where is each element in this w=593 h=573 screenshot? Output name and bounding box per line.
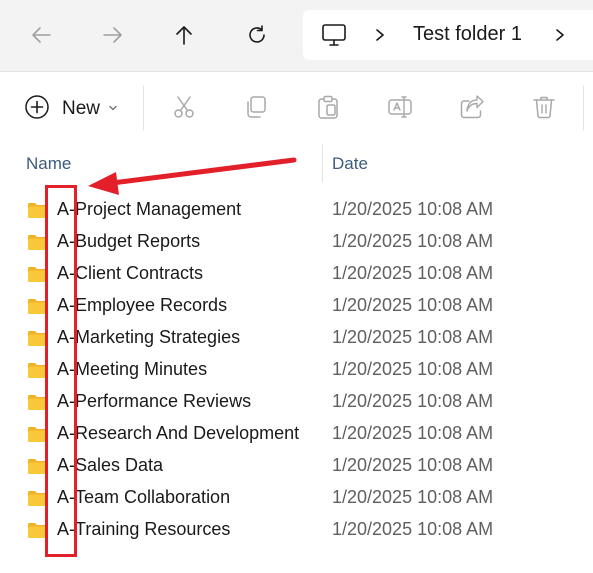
cut-button[interactable]	[169, 92, 199, 122]
arrow-up-icon	[176, 26, 192, 45]
file-date: 1/20/2025 10:08 AM	[332, 295, 494, 315]
file-name: A-Project Management	[57, 199, 242, 219]
chevron-right-icon[interactable]	[553, 28, 567, 47]
rename-icon	[388, 96, 412, 118]
file-date: 1/20/2025 10:08 AM	[332, 327, 494, 347]
file-date: 1/20/2025 10:08 AM	[332, 487, 494, 507]
file-name: A-Training Resources	[57, 519, 231, 539]
list-item[interactable]: A-Sales Data 1/20/2025 10:08 AM	[0, 450, 593, 482]
file-name: A-Marketing Strategies	[57, 327, 241, 347]
paste-icon	[318, 95, 338, 119]
refresh-button[interactable]	[240, 18, 274, 52]
file-date: 1/20/2025 10:08 AM	[332, 423, 494, 443]
forward-button[interactable]	[96, 18, 130, 52]
list-item[interactable]: A-Meeting Minutes 1/20/2025 10:08 AM	[0, 354, 593, 386]
arrow-left-icon	[32, 27, 51, 43]
arrow-right-icon	[103, 27, 122, 43]
up-button[interactable]	[167, 18, 201, 52]
file-name: A-Team Collaboration	[57, 487, 231, 507]
file-name: A-Performance Reviews	[57, 391, 252, 411]
column-header: Name Date	[0, 144, 593, 182]
navigation-bar: Test folder 1	[0, 0, 593, 71]
annotation-highlight-box	[45, 185, 77, 557]
chevron-right-icon[interactable]	[373, 28, 387, 47]
list-item[interactable]: A-Performance Reviews 1/20/2025 10:08 AM	[0, 386, 593, 418]
list-item[interactable]: A-Marketing Strategies 1/20/2025 10:08 A…	[0, 322, 593, 354]
refresh-icon	[249, 25, 265, 43]
file-date: 1/20/2025 10:08 AM	[332, 263, 494, 283]
file-date: 1/20/2025 10:08 AM	[332, 199, 494, 219]
chevron-down-icon	[108, 100, 118, 118]
file-name: A-Budget Reports	[57, 231, 201, 251]
delete-button[interactable]	[529, 92, 559, 122]
file-name: A-Employee Records	[57, 295, 228, 315]
new-button-label: New	[62, 98, 101, 119]
list-item[interactable]: A-Employee Records 1/20/2025 10:08 AM	[0, 290, 593, 322]
file-name: A-Meeting Minutes	[57, 359, 208, 379]
cut-icon	[174, 96, 194, 118]
plus-circle-icon	[24, 94, 50, 125]
copy-button[interactable]	[241, 92, 271, 122]
file-date: 1/20/2025 10:08 AM	[332, 519, 494, 539]
toolbar-separator	[143, 86, 144, 130]
command-bar: New	[0, 72, 593, 144]
list-item[interactable]: A-Budget Reports 1/20/2025 10:08 AM	[0, 226, 593, 258]
this-pc-icon[interactable]	[321, 22, 347, 53]
share-icon	[460, 95, 484, 119]
delete-icon	[533, 96, 555, 119]
file-name: A-Client Contracts	[57, 263, 204, 283]
new-button[interactable]: New	[24, 94, 118, 124]
file-name: A-Research And Development	[57, 423, 300, 443]
paste-button[interactable]	[313, 92, 343, 122]
list-item[interactable]: A-Client Contracts 1/20/2025 10:08 AM	[0, 258, 593, 290]
copy-icon	[247, 96, 266, 118]
rename-button[interactable]	[385, 92, 415, 122]
column-header-date[interactable]: Date	[332, 154, 368, 174]
breadcrumb-current-folder[interactable]: Test folder 1	[413, 23, 522, 46]
file-date: 1/20/2025 10:08 AM	[332, 231, 494, 251]
file-date: 1/20/2025 10:08 AM	[332, 455, 494, 475]
list-item[interactable]: A-Research And Development 1/20/2025 10:…	[0, 418, 593, 450]
back-button[interactable]	[24, 18, 58, 52]
toolbar-separator	[583, 86, 584, 130]
list-item[interactable]: A-Training Resources 1/20/2025 10:08 AM	[0, 514, 593, 546]
list-item[interactable]: A-Project Management 1/20/2025 10:08 AM	[0, 194, 593, 226]
file-date: 1/20/2025 10:08 AM	[332, 359, 494, 379]
share-button[interactable]	[457, 92, 487, 122]
list-item[interactable]: A-Team Collaboration 1/20/2025 10:08 AM	[0, 482, 593, 514]
column-header-name[interactable]: Name	[26, 154, 71, 174]
column-resize-handle[interactable]	[322, 144, 323, 182]
address-bar[interactable]: Test folder 1	[303, 10, 593, 60]
file-date: 1/20/2025 10:08 AM	[332, 391, 494, 411]
